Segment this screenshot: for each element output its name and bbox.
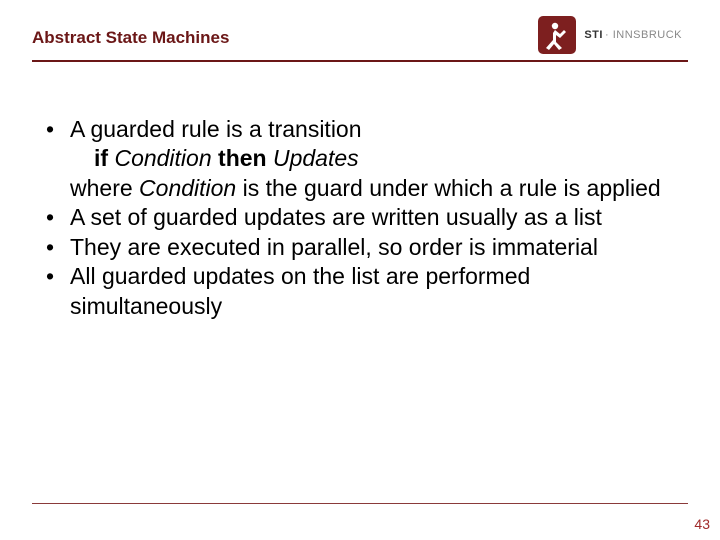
bullet-item: A set of guarded updates are written usu…: [46, 203, 680, 232]
term-condition: Condition: [108, 145, 218, 171]
slide: Abstract State Machines STI· INNSBRUCK A…: [0, 0, 720, 540]
logo-text: STI· INNSBRUCK: [584, 29, 682, 41]
divider-bottom: [32, 503, 688, 504]
bullet-dot-icon: [46, 203, 70, 232]
bullet-item: All guarded updates on the list are perf…: [46, 262, 680, 321]
kw-if: if: [94, 145, 108, 171]
bullet-text: All guarded updates on the list are perf…: [70, 262, 680, 321]
bullet-subline: if Condition then Updates: [46, 144, 680, 173]
bullet-subline: where Condition is the guard under which…: [46, 174, 680, 203]
bullet-dot-icon: [46, 115, 70, 144]
logo-mark-icon: [538, 16, 576, 54]
text: is the guard under which a rule is appli…: [236, 175, 660, 201]
bullet-text: A set of guarded updates are written usu…: [70, 203, 680, 232]
divider-top: [32, 60, 688, 62]
logo-subbrand: · INNSBRUCK: [605, 29, 682, 41]
bullet-text: They are executed in parallel, so order …: [70, 233, 680, 262]
term-condition: Condition: [139, 175, 236, 201]
logo: STI· INNSBRUCK: [538, 16, 682, 54]
page-number: 43: [694, 516, 710, 532]
term-updates: Updates: [267, 145, 359, 171]
kw-then: then: [218, 145, 267, 171]
bullet-text: A guarded rule is a transition: [70, 115, 680, 144]
bullet-dot-icon: [46, 233, 70, 262]
bullet-item: They are executed in parallel, so order …: [46, 233, 680, 262]
bullet-item: A guarded rule is a transition: [46, 115, 680, 144]
bullet-dot-icon: [46, 262, 70, 321]
logo-brand: STI: [584, 29, 603, 41]
content: A guarded rule is a transition if Condit…: [46, 115, 680, 321]
text: where: [70, 175, 139, 201]
